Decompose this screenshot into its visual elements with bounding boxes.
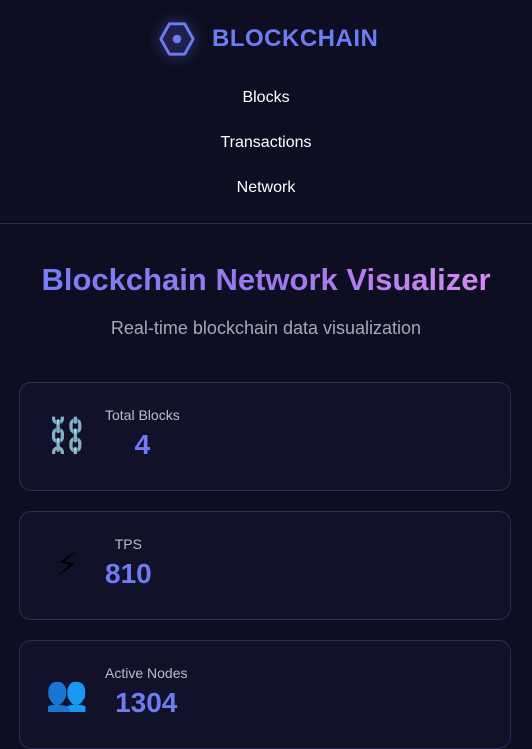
users-icon: 👥 bbox=[45, 675, 89, 713]
stat-label: TPS bbox=[114, 536, 142, 552]
stat-text: Total Blocks 4 bbox=[105, 407, 180, 461]
stat-text: Active Nodes 1304 bbox=[105, 665, 187, 719]
chain-icon: ⛓️ bbox=[45, 417, 89, 455]
stat-card-active-nodes: 👥 Active Nodes 1304 bbox=[19, 640, 511, 749]
stat-text: TPS 810 bbox=[105, 536, 152, 590]
lightning-icon: ⚡ bbox=[55, 546, 79, 584]
stat-label: Active Nodes bbox=[105, 665, 188, 681]
stat-label: Total Blocks bbox=[105, 407, 180, 423]
page-subtitle: Real-time blockchain data visualization bbox=[110, 318, 422, 338]
site-header: BLOCKCHAIN Blocks Transactions Network bbox=[0, 0, 532, 224]
stat-value: 4 bbox=[134, 429, 151, 460]
hexagon-logo-icon bbox=[159, 22, 195, 56]
stat-card-total-blocks: ⛓️ Total Blocks 4 bbox=[19, 382, 511, 491]
nav-item-transactions[interactable]: Transactions bbox=[0, 120, 532, 165]
nav-item-network[interactable]: Network bbox=[0, 165, 532, 210]
main-nav: Blocks Transactions Network bbox=[0, 75, 532, 210]
nav-item-blocks[interactable]: Blocks bbox=[0, 75, 532, 120]
brand-logo[interactable]: BLOCKCHAIN bbox=[158, 20, 378, 58]
page-title: Blockchain Network Visualizer bbox=[0, 262, 532, 298]
stat-value: 1304 bbox=[115, 687, 178, 718]
brand-name: BLOCKCHAIN bbox=[212, 25, 379, 52]
stat-card-tps: ⚡ TPS 810 bbox=[19, 511, 511, 620]
stat-value: 810 bbox=[105, 558, 152, 589]
